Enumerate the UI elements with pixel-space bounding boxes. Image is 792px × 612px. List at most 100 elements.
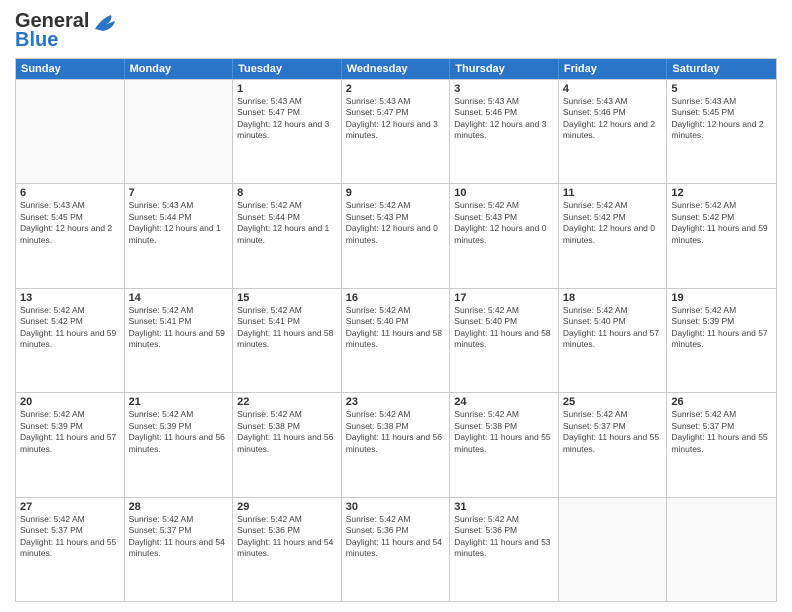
day-number: 3 [454,83,554,95]
calendar-cell: 13Sunrise: 5:42 AMSunset: 5:42 PMDayligh… [16,289,125,392]
calendar-cell: 19Sunrise: 5:42 AMSunset: 5:39 PMDayligh… [667,289,776,392]
sunrise-text: Sunrise: 5:42 AM [563,409,663,420]
sunset-text: Sunset: 5:37 PM [563,421,663,432]
sunset-text: Sunset: 5:43 PM [346,212,446,223]
day-number: 20 [20,396,120,408]
header-cell-wednesday: Wednesday [342,59,451,79]
sunrise-text: Sunrise: 5:42 AM [454,514,554,525]
calendar-cell: 21Sunrise: 5:42 AMSunset: 5:39 PMDayligh… [125,393,234,496]
day-number: 17 [454,292,554,304]
calendar-cell: 30Sunrise: 5:42 AMSunset: 5:36 PMDayligh… [342,498,451,601]
sunrise-text: Sunrise: 5:42 AM [237,409,337,420]
calendar-cell: 22Sunrise: 5:42 AMSunset: 5:38 PMDayligh… [233,393,342,496]
sunset-text: Sunset: 5:36 PM [454,525,554,536]
sunset-text: Sunset: 5:47 PM [237,107,337,118]
logo-bird-icon [91,11,119,33]
daylight-text: Daylight: 11 hours and 53 minutes. [454,537,554,560]
calendar-cell: 26Sunrise: 5:42 AMSunset: 5:37 PMDayligh… [667,393,776,496]
daylight-text: Daylight: 12 hours and 0 minutes. [346,223,446,246]
sunrise-text: Sunrise: 5:43 AM [346,96,446,107]
calendar-cell: 6Sunrise: 5:43 AMSunset: 5:45 PMDaylight… [16,184,125,287]
sunset-text: Sunset: 5:47 PM [346,107,446,118]
daylight-text: Daylight: 12 hours and 2 minutes. [563,119,663,142]
sunset-text: Sunset: 5:44 PM [129,212,229,223]
sunset-text: Sunset: 5:38 PM [237,421,337,432]
daylight-text: Daylight: 11 hours and 55 minutes. [671,432,772,455]
daylight-text: Daylight: 11 hours and 54 minutes. [237,537,337,560]
day-number: 21 [129,396,229,408]
daylight-text: Daylight: 12 hours and 1 minute. [237,223,337,246]
day-number: 2 [346,83,446,95]
calendar-cell: 16Sunrise: 5:42 AMSunset: 5:40 PMDayligh… [342,289,451,392]
header-cell-sunday: Sunday [16,59,125,79]
daylight-text: Daylight: 11 hours and 57 minutes. [671,328,772,351]
calendar-cell [667,498,776,601]
sunset-text: Sunset: 5:45 PM [671,107,772,118]
day-number: 12 [671,187,772,199]
day-number: 15 [237,292,337,304]
calendar-row-3: 20Sunrise: 5:42 AMSunset: 5:39 PMDayligh… [16,392,776,496]
day-number: 10 [454,187,554,199]
calendar-cell: 7Sunrise: 5:43 AMSunset: 5:44 PMDaylight… [125,184,234,287]
calendar-cell: 31Sunrise: 5:42 AMSunset: 5:36 PMDayligh… [450,498,559,601]
calendar-cell: 24Sunrise: 5:42 AMSunset: 5:38 PMDayligh… [450,393,559,496]
sunrise-text: Sunrise: 5:42 AM [237,200,337,211]
sunset-text: Sunset: 5:44 PM [237,212,337,223]
calendar-cell: 4Sunrise: 5:43 AMSunset: 5:46 PMDaylight… [559,80,668,183]
sunrise-text: Sunrise: 5:43 AM [563,96,663,107]
day-number: 13 [20,292,120,304]
calendar-row-4: 27Sunrise: 5:42 AMSunset: 5:37 PMDayligh… [16,497,776,601]
sunset-text: Sunset: 5:40 PM [454,316,554,327]
logo: General Blue [15,10,119,52]
day-number: 28 [129,501,229,513]
daylight-text: Daylight: 11 hours and 56 minutes. [346,432,446,455]
calendar: SundayMondayTuesdayWednesdayThursdayFrid… [15,58,777,602]
sunset-text: Sunset: 5:39 PM [671,316,772,327]
sunrise-text: Sunrise: 5:42 AM [20,409,120,420]
daylight-text: Daylight: 11 hours and 59 minutes. [20,328,120,351]
daylight-text: Daylight: 11 hours and 57 minutes. [20,432,120,455]
day-number: 6 [20,187,120,199]
header-cell-monday: Monday [125,59,234,79]
daylight-text: Daylight: 12 hours and 2 minutes. [20,223,120,246]
daylight-text: Daylight: 11 hours and 56 minutes. [237,432,337,455]
daylight-text: Daylight: 11 hours and 55 minutes. [20,537,120,560]
calendar-cell: 14Sunrise: 5:42 AMSunset: 5:41 PMDayligh… [125,289,234,392]
sunrise-text: Sunrise: 5:42 AM [237,514,337,525]
header-cell-thursday: Thursday [450,59,559,79]
sunrise-text: Sunrise: 5:42 AM [671,305,772,316]
day-number: 18 [563,292,663,304]
daylight-text: Daylight: 11 hours and 56 minutes. [129,432,229,455]
day-number: 30 [346,501,446,513]
day-number: 25 [563,396,663,408]
calendar-row-1: 6Sunrise: 5:43 AMSunset: 5:45 PMDaylight… [16,183,776,287]
calendar-cell [125,80,234,183]
daylight-text: Daylight: 11 hours and 54 minutes. [129,537,229,560]
sunset-text: Sunset: 5:46 PM [563,107,663,118]
day-number: 11 [563,187,663,199]
calendar-header-row: SundayMondayTuesdayWednesdayThursdayFrid… [16,59,776,79]
day-number: 4 [563,83,663,95]
header-cell-saturday: Saturday [667,59,776,79]
day-number: 27 [20,501,120,513]
sunrise-text: Sunrise: 5:43 AM [454,96,554,107]
calendar-cell [559,498,668,601]
calendar-cell: 5Sunrise: 5:43 AMSunset: 5:45 PMDaylight… [667,80,776,183]
header-cell-friday: Friday [559,59,668,79]
day-number: 9 [346,187,446,199]
daylight-text: Daylight: 11 hours and 58 minutes. [454,328,554,351]
daylight-text: Daylight: 11 hours and 59 minutes. [129,328,229,351]
daylight-text: Daylight: 12 hours and 0 minutes. [563,223,663,246]
calendar-cell: 15Sunrise: 5:42 AMSunset: 5:41 PMDayligh… [233,289,342,392]
day-number: 19 [671,292,772,304]
calendar-cell: 11Sunrise: 5:42 AMSunset: 5:42 PMDayligh… [559,184,668,287]
daylight-text: Daylight: 12 hours and 0 minutes. [454,223,554,246]
sunset-text: Sunset: 5:41 PM [129,316,229,327]
sunrise-text: Sunrise: 5:43 AM [20,200,120,211]
sunset-text: Sunset: 5:46 PM [454,107,554,118]
sunrise-text: Sunrise: 5:42 AM [20,514,120,525]
sunset-text: Sunset: 5:36 PM [237,525,337,536]
day-number: 22 [237,396,337,408]
day-number: 26 [671,396,772,408]
sunset-text: Sunset: 5:40 PM [346,316,446,327]
